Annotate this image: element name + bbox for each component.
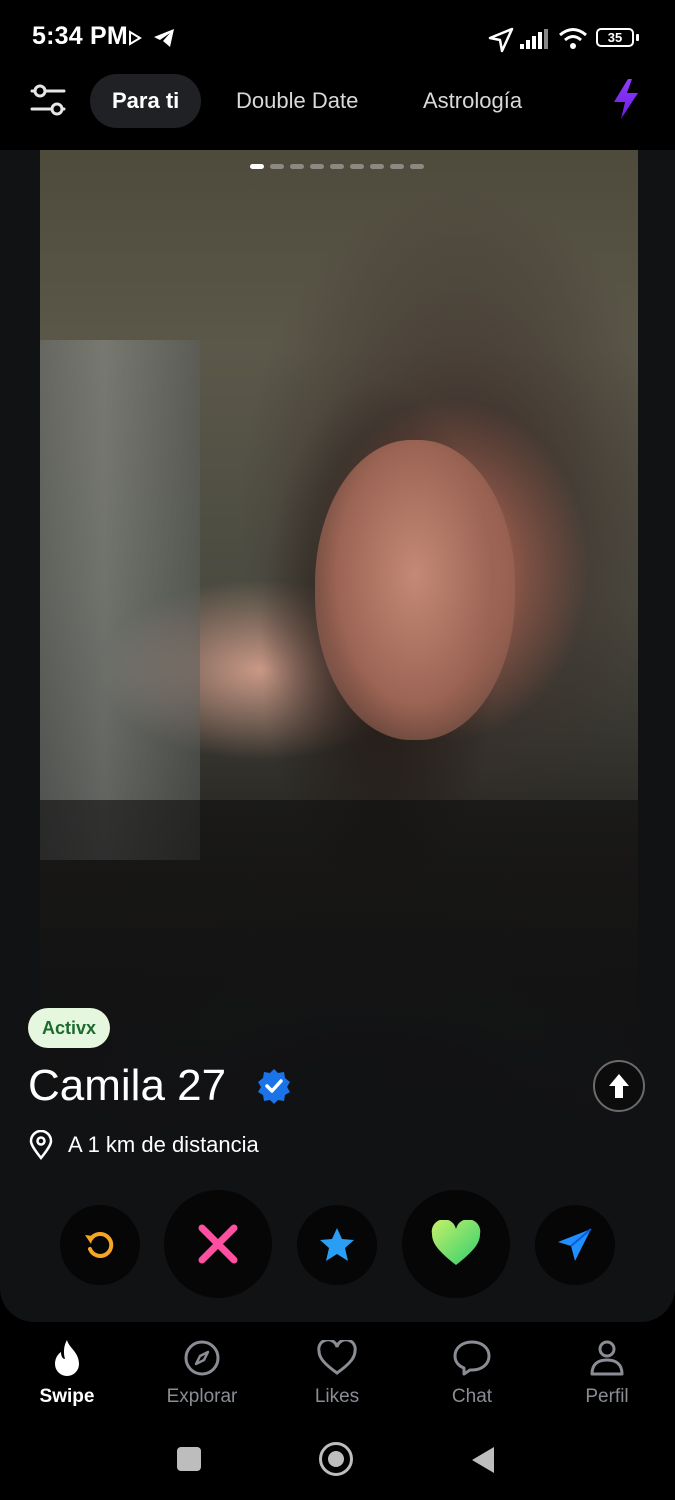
flame-icon: [55, 1340, 79, 1376]
boost-bolt-icon[interactable]: [610, 78, 642, 120]
nope-x-icon: [198, 1224, 238, 1264]
location-arrow-icon: [488, 27, 514, 53]
like-button[interactable]: [402, 1190, 510, 1298]
photo-dot[interactable]: [330, 164, 344, 169]
status-bar: 5:34 PM 35: [0, 0, 675, 72]
photo-dot[interactable]: [350, 164, 364, 169]
recents-button[interactable]: [177, 1447, 201, 1471]
location-pin-icon: [29, 1130, 53, 1160]
home-button[interactable]: [319, 1442, 353, 1476]
status-time: 5:34 PM: [32, 22, 128, 50]
photo-dot[interactable]: [390, 164, 404, 169]
tab-double-date[interactable]: Double Date: [236, 74, 358, 128]
heart-icon: [431, 1220, 481, 1265]
send-message-button[interactable]: [535, 1205, 615, 1285]
system-nav-bar: [0, 1425, 675, 1500]
home-button-dot: [328, 1451, 344, 1467]
nav-chat[interactable]: Chat: [417, 1330, 527, 1420]
nav-likes[interactable]: Likes: [282, 1330, 392, 1420]
photo-dot[interactable]: [250, 164, 264, 169]
star-icon: [320, 1228, 354, 1261]
compass-icon: [184, 1340, 220, 1376]
photo-face: [315, 440, 515, 740]
rewind-button[interactable]: [60, 1205, 140, 1285]
nav-likes-label: Likes: [314, 1386, 360, 1407]
photo-dot[interactable]: [270, 164, 284, 169]
distance-text: A 1 km de distancia: [68, 1132, 259, 1157]
wifi-icon: [559, 28, 587, 49]
tab-para-ti[interactable]: Para ti: [90, 74, 202, 128]
photo-dot[interactable]: [370, 164, 384, 169]
profile-name-age: Camila 27: [28, 1061, 227, 1110]
nav-chat-label: Chat: [451, 1386, 493, 1407]
photo-dot[interactable]: [290, 164, 304, 169]
expand-profile-button[interactable]: [593, 1060, 645, 1112]
nav-explorar[interactable]: Explorar: [147, 1330, 257, 1420]
photo-pagination: [250, 164, 424, 170]
battery-indicator: 35: [596, 28, 634, 47]
nav-swipe-label: Swipe: [39, 1386, 95, 1407]
nope-button[interactable]: [164, 1190, 272, 1298]
nav-explorar-label: Explorar: [166, 1386, 238, 1407]
bottom-nav: Swipe Explorar Likes Chat Perfil: [0, 1330, 675, 1420]
verified-badge-icon: [258, 1069, 290, 1104]
status-badge: Activx: [28, 1008, 111, 1048]
battery-tip: [636, 34, 639, 41]
nav-perfil[interactable]: Perfil: [552, 1330, 662, 1420]
paper-plane-icon: [558, 1228, 592, 1261]
play-icon: [129, 30, 142, 46]
top-nav: Para ti Double Date Astrología: [0, 70, 675, 130]
action-bar: [0, 1190, 675, 1300]
chat-bubble-icon: [453, 1340, 491, 1376]
profile-photo[interactable]: [40, 150, 638, 1150]
telegram-icon: [154, 29, 174, 47]
profile-card[interactable]: Activx Camila 27 A 1 km de distancia: [0, 150, 675, 1322]
nav-swipe[interactable]: Swipe: [12, 1330, 122, 1420]
super-like-button[interactable]: [297, 1205, 377, 1285]
heart-outline-icon: [317, 1340, 357, 1375]
arrow-up-icon: [609, 1074, 629, 1098]
battery-level: 35: [607, 30, 623, 45]
nav-perfil-label: Perfil: [585, 1386, 629, 1407]
filter-settings-icon[interactable]: [28, 80, 68, 120]
distance-row: A 1 km de distancia: [28, 1128, 259, 1162]
tab-astrologia[interactable]: Astrología: [423, 74, 522, 128]
back-button[interactable]: [470, 1445, 496, 1475]
photo-fade: [40, 910, 638, 1150]
signal-icon: [520, 29, 548, 49]
photo-dot[interactable]: [410, 164, 424, 169]
photo-background-fridge: [40, 340, 200, 860]
person-icon: [590, 1340, 624, 1376]
photo-dot[interactable]: [310, 164, 324, 169]
rewind-icon: [85, 1231, 114, 1258]
